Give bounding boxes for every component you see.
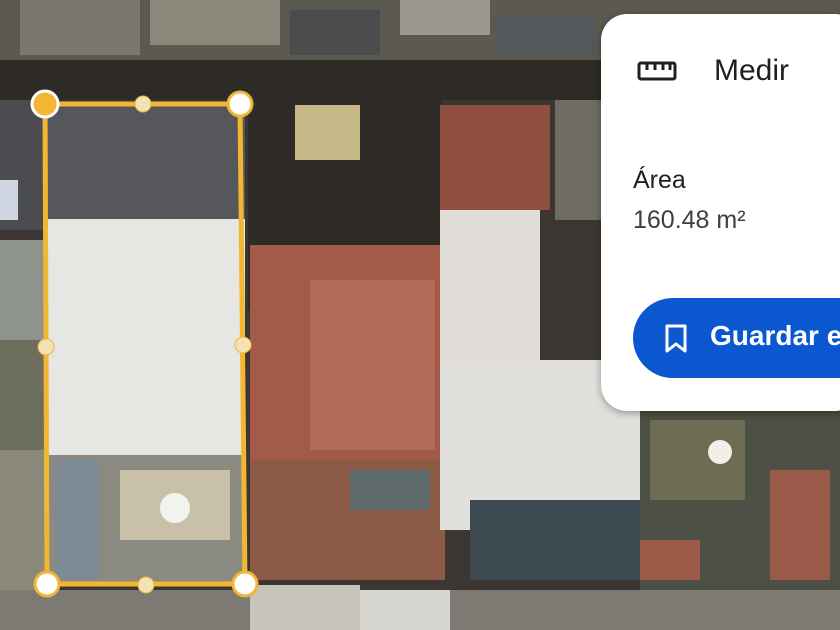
roof bbox=[495, 15, 595, 55]
roof bbox=[150, 0, 280, 45]
roof bbox=[55, 460, 100, 580]
measure-panel: Medir Área 160.48 m² Guardar e bbox=[601, 14, 840, 411]
roof bbox=[470, 500, 640, 580]
roof bbox=[250, 585, 360, 630]
corner-handle[interactable] bbox=[231, 570, 259, 598]
area-value: 160.48 m² bbox=[633, 206, 746, 234]
water-tank bbox=[708, 440, 732, 464]
roof bbox=[400, 0, 490, 35]
roof bbox=[0, 240, 45, 340]
save-button-label: Guardar e bbox=[710, 320, 840, 351]
roof bbox=[640, 540, 700, 580]
corner-handle-selected[interactable] bbox=[30, 89, 60, 119]
corner-handle[interactable] bbox=[33, 570, 61, 598]
roof bbox=[0, 340, 45, 450]
midpoint-handle[interactable] bbox=[37, 338, 55, 356]
roof bbox=[290, 10, 380, 55]
bookmark-icon bbox=[665, 324, 687, 353]
save-button[interactable]: Guardar e bbox=[633, 298, 840, 378]
midpoint-handle[interactable] bbox=[137, 576, 155, 594]
roof-white bbox=[440, 210, 540, 370]
roof bbox=[295, 105, 360, 160]
water-tank bbox=[160, 493, 190, 523]
roof bbox=[20, 0, 140, 55]
roof-dark-grey bbox=[45, 104, 245, 219]
roof bbox=[0, 450, 45, 590]
ruler-icon bbox=[637, 61, 677, 81]
roof bbox=[360, 590, 450, 630]
midpoint-handle[interactable] bbox=[134, 95, 152, 113]
area-label: Área bbox=[633, 166, 686, 194]
roof bbox=[350, 470, 430, 510]
roof-terracotta bbox=[440, 105, 550, 210]
panel-title: Medir bbox=[714, 54, 790, 87]
corner-handle[interactable] bbox=[226, 90, 254, 118]
roof bbox=[650, 420, 745, 500]
roof-terracotta bbox=[310, 280, 435, 450]
roof-terracotta bbox=[770, 470, 830, 580]
roof bbox=[555, 100, 605, 220]
roof bbox=[0, 180, 18, 220]
roof-white bbox=[45, 219, 245, 459]
midpoint-handle[interactable] bbox=[234, 336, 252, 354]
